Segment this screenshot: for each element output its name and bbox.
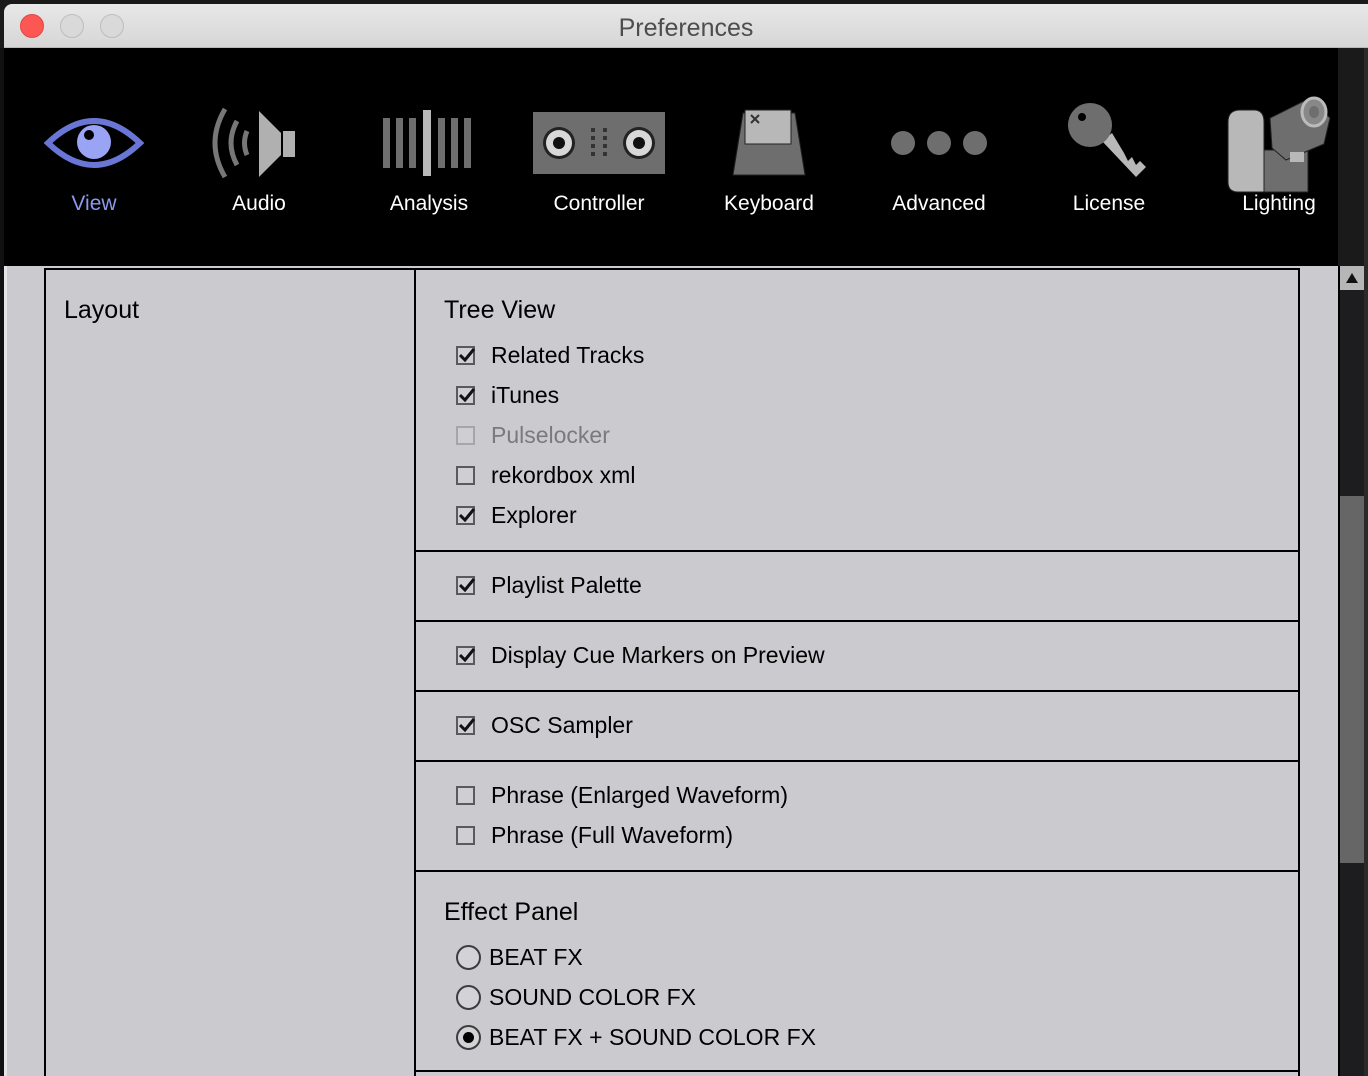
radio-button	[456, 1024, 481, 1050]
tree-view-section: Tree View Related Tracks iTunes Pulselocke…	[416, 270, 1298, 552]
effect-panel-radio-2[interactable]: BEAT FX + SOUND COLOR FX	[456, 1022, 816, 1052]
phrase-enlarged-checkbox[interactable]: Phrase (Enlarged Waveform)	[456, 780, 788, 810]
tab-analysis-label: Analysis	[389, 192, 469, 215]
tab-view[interactable]: View	[9, 48, 179, 266]
checkbox-box	[456, 465, 475, 485]
title-bar: Preferences	[4, 4, 1368, 48]
checkbox-box	[456, 645, 475, 665]
phrase-section: Phrase (Enlarged Waveform) Phrase (Full W…	[416, 762, 1298, 872]
tab-keyboard-label: Keyboard	[724, 192, 814, 215]
checkbox-box	[456, 825, 475, 845]
category-column: Layout	[46, 270, 416, 1076]
checkbox-box	[456, 505, 475, 525]
checkbox-label: OSC Sampler	[491, 711, 633, 738]
tree-view-itunes-checkbox[interactable]: iTunes	[456, 380, 559, 410]
checkbox-label: iTunes	[491, 381, 560, 408]
radio-label: BEAT FX + SOUND COLOR FX	[489, 1023, 816, 1050]
tab-audio[interactable]: Audio	[174, 48, 344, 266]
tab-keyboard[interactable]: Keyboard	[684, 48, 854, 266]
vertical-scrollbar[interactable]	[1338, 266, 1364, 1076]
checkbox-box	[456, 345, 475, 365]
checkbox-label: Phrase (Full Waveform)	[491, 821, 733, 848]
keycap-icon	[684, 88, 854, 198]
phrase-full-checkbox[interactable]: Phrase (Full Waveform)	[456, 820, 733, 850]
effect-panel-radio-1[interactable]: SOUND COLOR FX	[456, 982, 696, 1012]
radio-label: SOUND COLOR FX	[489, 983, 697, 1010]
checkbox-box	[456, 715, 475, 735]
checkbox-label: rekordbox xml	[491, 461, 636, 488]
triangle-up-icon	[1346, 273, 1358, 283]
background-app-edge	[1364, 48, 1368, 1076]
checkbox-label: Phrase (Enlarged Waveform)	[491, 781, 788, 808]
playlist-palette-section: Playlist Palette	[416, 552, 1298, 622]
effect-panel-radio-0[interactable]: BEAT FX	[456, 942, 583, 972]
tab-view-label: View	[71, 192, 117, 215]
waveform-bars-icon	[344, 88, 514, 198]
window-title: Preferences	[618, 14, 754, 42]
checkbox-label: Playlist Palette	[491, 571, 642, 598]
tab-advanced[interactable]: Advanced	[854, 48, 1024, 266]
tab-license-label: License	[1072, 192, 1146, 215]
tree-view-related-tracks-checkbox[interactable]: Related Tracks	[456, 340, 644, 370]
checkbox-box	[456, 425, 475, 445]
playlist-palette-checkbox[interactable]: Playlist Palette	[456, 570, 642, 600]
moving-head-light-icon	[1194, 88, 1364, 198]
preferences-toolbar: View Audio Analysis Controller Keyboard …	[4, 48, 1338, 266]
controller-icon	[514, 88, 684, 198]
effect-panel-section: Effect Panel BEAT FX SOUND COLOR FX BEAT F…	[416, 872, 1298, 1072]
tab-controller-label: Controller	[553, 192, 645, 215]
category-title: Layout	[64, 296, 140, 324]
scroll-up-button[interactable]	[1340, 266, 1364, 290]
preferences-content: Layout Tree View Related Tracks iTunes Pul…	[4, 266, 1338, 1076]
key-icon	[1024, 88, 1194, 198]
tab-analysis[interactable]: Analysis	[344, 48, 514, 266]
checkbox-label: Explorer	[491, 501, 577, 528]
tab-license[interactable]: License	[1024, 48, 1194, 266]
tree-view-pulselocker-checkbox: Pulselocker	[456, 420, 610, 450]
checkbox-label: Pulselocker	[491, 421, 610, 448]
tree-view-heading: Tree View	[444, 296, 556, 324]
tab-advanced-label: Advanced	[892, 192, 986, 215]
checkbox-box	[456, 785, 475, 805]
osc-sampler-checkbox[interactable]: OSC Sampler	[456, 710, 633, 740]
tree-view-explorer-checkbox[interactable]: Explorer	[456, 500, 577, 530]
settings-column: Tree View Related Tracks iTunes Pulselocke…	[416, 270, 1298, 1076]
checkbox-box	[456, 575, 475, 595]
checkbox-label: Related Tracks	[491, 341, 645, 368]
tab-lighting-label: Lighting	[1242, 192, 1316, 215]
tab-lighting[interactable]: Lighting	[1194, 48, 1364, 266]
radio-button	[456, 944, 481, 970]
radio-button	[456, 984, 481, 1010]
tab-controller[interactable]: Controller	[514, 48, 684, 266]
checkbox-box	[456, 385, 475, 405]
tab-audio-label: Audio	[232, 192, 286, 215]
cue-markers-checkbox[interactable]: Display Cue Markers on Preview	[456, 640, 825, 670]
osc-sampler-section: OSC Sampler	[416, 692, 1298, 762]
radio-label: BEAT FX	[489, 943, 583, 970]
ellipsis-icon	[854, 88, 1024, 198]
speaker-icon	[174, 88, 344, 198]
cue-markers-section: Display Cue Markers on Preview	[416, 622, 1298, 692]
scroll-thumb[interactable]	[1340, 496, 1364, 863]
checkbox-label: Display Cue Markers on Preview	[491, 641, 825, 668]
eye-icon	[9, 88, 179, 198]
tree-view-rekordbox-xml-checkbox[interactable]: rekordbox xml	[456, 460, 635, 490]
layout-panel: Layout Tree View Related Tracks iTunes Pul…	[44, 268, 1300, 1076]
effect-panel-heading: Effect Panel	[444, 898, 579, 926]
